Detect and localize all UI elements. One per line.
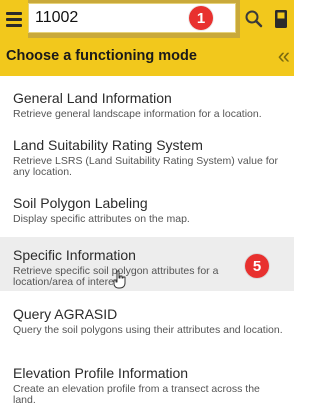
mode-item-general-land-information[interactable]: General Land Information Retrieve genera…: [0, 90, 294, 130]
mode-item-title: Elevation Profile Information: [13, 365, 189, 381]
step-badge-5: 5: [245, 254, 269, 278]
mode-item-title: Query AGRASID: [13, 306, 118, 322]
hamburger-menu-icon[interactable]: [0, 0, 28, 38]
book-button[interactable]: [268, 0, 294, 38]
mode-item-land-suitability-rating-system[interactable]: Land Suitability Rating System Retrieve …: [0, 137, 294, 183]
search-icon: [245, 10, 263, 28]
step-badge-1: 1: [189, 6, 213, 30]
mode-item-title: Soil Polygon Labeling: [13, 195, 148, 211]
top-toolbar: 1: [0, 0, 294, 38]
mode-item-description: Retrieve specific soil polygon attribute…: [13, 265, 219, 288]
mode-header: Choose a functioning mode «: [0, 38, 294, 76]
search-button[interactable]: [240, 0, 268, 38]
page-title: Choose a functioning mode: [6, 48, 197, 64]
mode-item-description: Display specific attributes on the map.: [13, 213, 190, 225]
hand-pointer-icon: [113, 270, 126, 289]
mode-item-description: Retrieve general landscape information f…: [13, 108, 262, 120]
mode-item-soil-polygon-labeling[interactable]: Soil Polygon Labeling Display specific a…: [0, 195, 294, 235]
mode-item-elevation-profile-information[interactable]: Elevation Profile Information Create an …: [0, 365, 294, 409]
mode-item-title: General Land Information: [13, 90, 172, 106]
mode-item-query-agrasid[interactable]: Query AGRASID Query the soil polygons us…: [0, 306, 294, 352]
mode-item-description: Query the soil polygons using their attr…: [13, 324, 283, 336]
collapse-panel-icon[interactable]: «: [278, 45, 290, 67]
mode-item-description: Retrieve LSRS (Land Suitability Rating S…: [13, 155, 278, 178]
mode-item-title: Land Suitability Rating System: [13, 137, 203, 153]
book-icon: [275, 10, 287, 28]
mode-item-description: Create an elevation profile from a trans…: [13, 383, 260, 406]
mode-item-title: Specific Information: [13, 247, 136, 263]
